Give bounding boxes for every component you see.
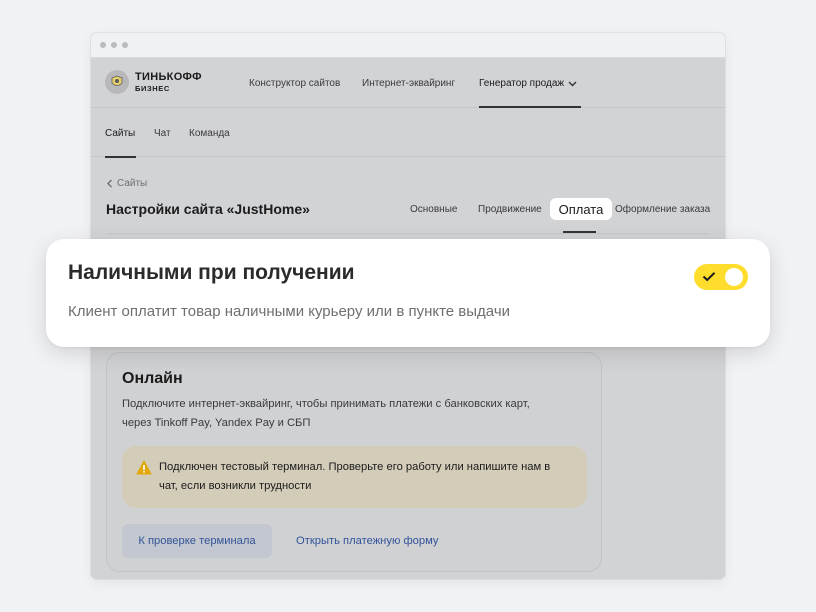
nav-sales-generator-label: Генератор продаж [479,78,565,89]
subnav-team[interactable]: Команда [189,128,230,139]
divider [106,233,710,234]
tab-payment[interactable]: Оплата [550,198,612,220]
online-payment-card: Онлайн Подключите интернет-эквайринг, чт… [106,352,602,572]
cash-on-delivery-card: Наличными при получении Клиент оплатит т… [46,239,770,347]
breadcrumb[interactable]: Сайты [106,178,147,189]
check-terminal-button[interactable]: К проверке терминала [122,524,272,558]
top-navigation: ТИНЬКОФФ БИЗНЕС Конструктор сайтов Интер… [91,58,725,108]
check-icon [702,272,716,282]
subnav-sites[interactable]: Сайты [105,128,135,139]
breadcrumb-label: Сайты [117,178,148,189]
notice-text: Подключен тестовый терминал. Проверьте е… [159,461,551,492]
window-dot [111,42,117,48]
nav-internet-acquiring[interactable]: Интернет-эквайринг [362,78,455,89]
online-title: Онлайн [122,370,183,387]
cash-option-title: Наличными при получении [68,261,355,284]
brand-subname: БИЗНЕС [135,83,170,93]
window-titlebar [91,33,725,58]
tab-basic[interactable]: Основные [410,204,457,215]
subnav-active-indicator [105,156,136,158]
warning-icon [136,460,152,475]
tinkoff-logo-icon [105,70,129,94]
subnav-chat[interactable]: Чат [154,128,171,139]
chevron-left-icon [107,179,112,188]
brand-name: ТИНЬКОФФ [135,70,202,83]
page-title: Настройки сайта «JustHome» [106,201,310,217]
sub-navigation: Сайты Чат Команда [91,108,725,158]
window-dot [100,42,106,48]
online-description: Подключите интернет-эквайринг, чтобы при… [122,398,530,429]
cash-option-toggle[interactable] [694,264,748,290]
toggle-knob [725,268,743,286]
window-dot [122,42,128,48]
nav-site-builder[interactable]: Конструктор сайтов [249,78,340,89]
brand-logo[interactable]: ТИНЬКОФФ БИЗНЕС [105,70,202,94]
open-payment-form-link[interactable]: Открыть платежную форму [296,535,439,547]
tab-promotion[interactable]: Продвижение [478,204,542,215]
cash-option-description: Клиент оплатит товар наличными курьеру и… [68,303,511,320]
nav-sales-generator[interactable]: Генератор продаж [479,78,577,89]
tab-order-form[interactable]: Оформление заказа [615,204,710,215]
test-terminal-notice: Подключен тестовый терминал. Проверьте е… [122,446,587,508]
chevron-down-icon [568,81,577,86]
